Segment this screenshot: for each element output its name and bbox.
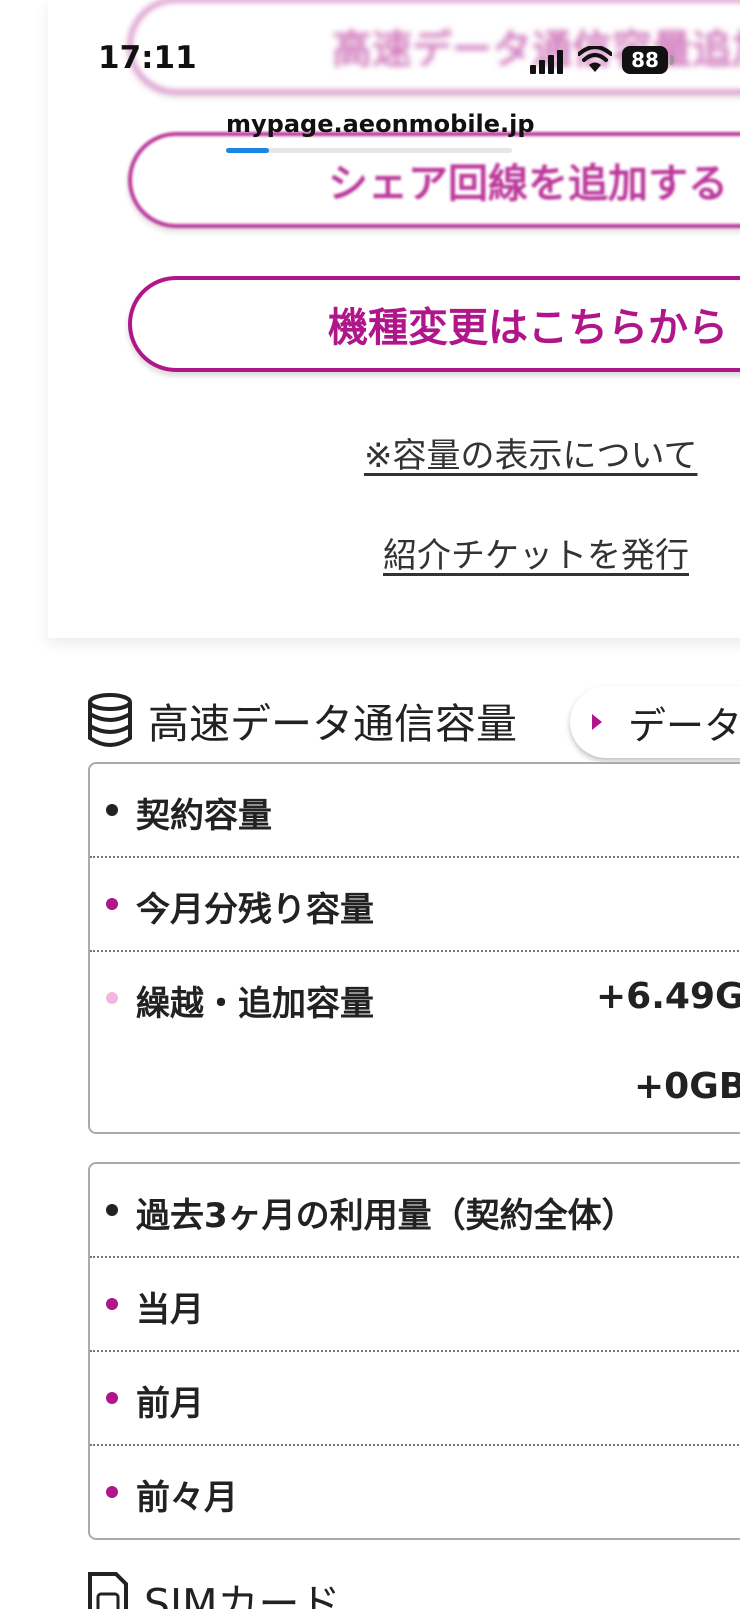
referral-ticket-link[interactable]: 紹介チケットを発行 [383,528,689,577]
cellular-signal-icon [530,50,566,74]
page-url: mypage.aeonmobile.jp [226,110,535,138]
page: 高速データ通信容量追加 シェア回線を追加する 機種変更はこちらから ※容量の表示… [0,0,740,1609]
table-row: 過去3ヶ月の利用量（契約全体） [90,1164,740,1258]
row-label: 契約容量 [136,796,272,836]
data-tab-label: データ [628,703,740,748]
carryover-value: +6.49G [596,976,740,1017]
battery-icon: 88 [622,46,668,74]
table-row: 契約容量 [90,764,740,858]
data-tab-button[interactable]: データ [570,686,740,758]
row-label: 繰越・追加容量 [136,984,374,1024]
add-share-line-label: シェア回線を追加する [328,161,728,207]
table-row: 前々月 [90,1446,740,1538]
triangle-right-icon [592,714,602,730]
usage-history-table: 過去3ヶ月の利用量（契約全体） 当月 前月 前々月 [88,1162,740,1540]
bullet-dot [106,1486,118,1498]
data-capacity-table: 契約容量 今月分残り容量 繰越・追加容量 +6.49G +0GB [88,762,740,1134]
change-model-label: 機種変更はこちらから [328,305,728,351]
row-label: 前々月 [136,1478,238,1518]
wifi-icon [578,46,612,72]
data-capacity-title: 高速データ通信容量 [148,700,517,748]
bullet-dot [106,898,118,910]
table-row: 当月 [90,1258,740,1352]
bullet-dot [106,804,118,816]
battery-tip [670,55,674,65]
bullet-dot [106,1204,118,1216]
row-label: 今月分残り容量 [136,890,374,930]
table-row: 前月 [90,1352,740,1446]
sim-card-title: SIMカード [144,1580,341,1609]
bullet-dot [106,1298,118,1310]
row-label: 前月 [136,1384,204,1424]
sim-card-icon [88,1572,128,1609]
status-time: 17:11 [98,40,197,76]
load-progress-track [226,148,512,153]
address-bar[interactable]: mypage.aeonmobile.jp [226,110,535,153]
capacity-note-link[interactable]: ※容量の表示について [364,428,697,477]
status-bar: 17:11 88 [0,0,740,110]
row-label: 過去3ヶ月の利用量（契約全体） [136,1196,636,1236]
add-share-line-button[interactable]: シェア回線を追加する [128,132,740,228]
table-row: 今月分残り容量 [90,858,740,952]
database-icon [88,693,132,747]
load-progress-fill [226,148,269,153]
bullet-dot [106,992,118,1004]
table-row: 繰越・追加容量 +6.49G +0GB [90,952,740,1132]
change-model-button[interactable]: 機種変更はこちらから [128,276,740,372]
added-value: +0GB [634,1066,740,1107]
row-label: 当月 [136,1290,204,1330]
bullet-dot [106,1392,118,1404]
